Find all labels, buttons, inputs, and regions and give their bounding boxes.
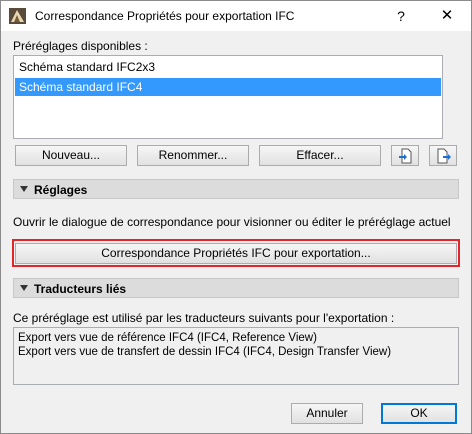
cancel-button[interactable]: Annuler — [291, 403, 363, 424]
new-preset-button[interactable]: Nouveau... — [15, 145, 127, 166]
ifc-mapping-dialog: Correspondance Propriétés pour exportati… — [0, 0, 472, 434]
collapse-triangle-icon — [20, 285, 28, 291]
export-preset-button[interactable] — [429, 145, 457, 166]
translators-section-title: Traducteurs liés — [34, 282, 127, 296]
ifc-property-mapping-button[interactable]: Correspondance Propriétés IFC pour expor… — [15, 243, 457, 264]
import-icon — [399, 148, 412, 164]
presets-list[interactable]: Schéma standard IFC2x3 Schéma standard I… — [13, 55, 443, 139]
settings-section-title: Réglages — [34, 183, 88, 197]
preset-item-ifc2x3[interactable]: Schéma standard IFC2x3 — [15, 58, 441, 76]
collapse-triangle-icon — [20, 186, 28, 192]
translator-line: Export vers vue de transfert de dessin I… — [18, 346, 392, 358]
preset-item-ifc4[interactable]: Schéma standard IFC4 — [15, 78, 441, 96]
settings-section-header[interactable]: Réglages — [13, 179, 459, 199]
rename-preset-button[interactable]: Renommer... — [137, 145, 249, 166]
translators-list: Export vers vue de référence IFC4 (IFC4,… — [13, 327, 459, 385]
delete-preset-button[interactable]: Effacer... — [259, 145, 381, 166]
export-icon — [437, 148, 451, 164]
translators-section-header[interactable]: Traducteurs liés — [13, 278, 459, 298]
ok-button[interactable]: OK — [381, 403, 457, 424]
presets-label: Préréglages disponibles : — [13, 39, 148, 53]
archicad-app-icon — [9, 8, 26, 24]
settings-description: Ouvrir le dialogue de correspondance pou… — [13, 215, 451, 229]
import-preset-button[interactable] — [391, 145, 419, 166]
window-title: Correspondance Propriétés pour exportati… — [35, 9, 295, 23]
close-button[interactable]: ✕ — [433, 5, 461, 27]
translator-line: Export vers vue de référence IFC4 (IFC4,… — [18, 332, 317, 344]
title-bar: Correspondance Propriétés pour exportati… — [1, 1, 471, 31]
help-button[interactable]: ? — [389, 5, 413, 27]
translators-description: Ce préréglage est utilisé par les traduc… — [13, 311, 395, 325]
